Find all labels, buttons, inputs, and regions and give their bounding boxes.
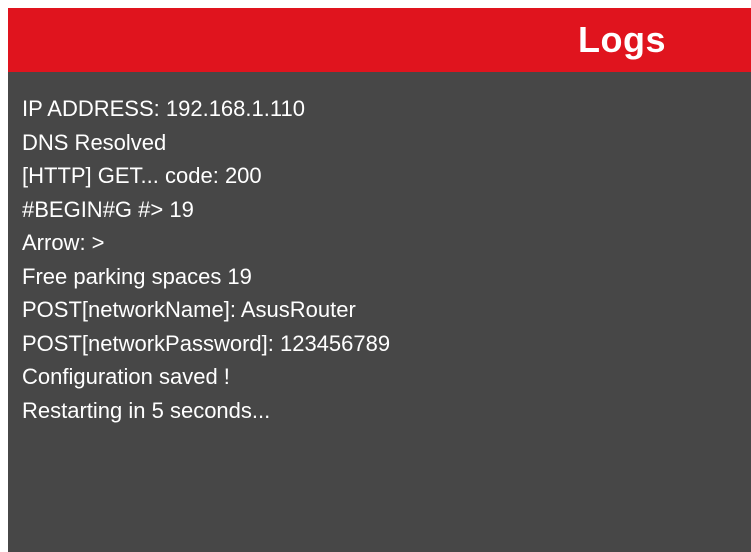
log-line: POST[networkName]: AsusRouter bbox=[22, 297, 356, 322]
log-line: Free parking spaces 19 bbox=[22, 263, 252, 289]
log-line: #BEGIN#G #> 19 bbox=[22, 196, 194, 222]
log-line: Configuration saved ! bbox=[22, 364, 230, 389]
log-line: IP ADDRESS: 192.168.1.110 bbox=[22, 96, 305, 121]
log-line: POST[networkPassword]: 123456789 bbox=[22, 330, 391, 356]
logs-title: Logs bbox=[578, 19, 666, 60]
logs-panel: Logs IP ADDRESS: 192.168.1.110 DNS Resol… bbox=[8, 8, 751, 552]
log-line: [HTTP] GET... code: 200 bbox=[22, 163, 262, 188]
log-line: Arrow: > bbox=[22, 230, 105, 255]
log-line: Restarting in 5 seconds... bbox=[22, 397, 271, 423]
log-line: DNS Resolved bbox=[22, 129, 167, 155]
log-output[interactable]: IP ADDRESS: 192.168.1.110 DNS Resolved [… bbox=[8, 72, 751, 427]
logs-header: Logs bbox=[8, 8, 751, 72]
